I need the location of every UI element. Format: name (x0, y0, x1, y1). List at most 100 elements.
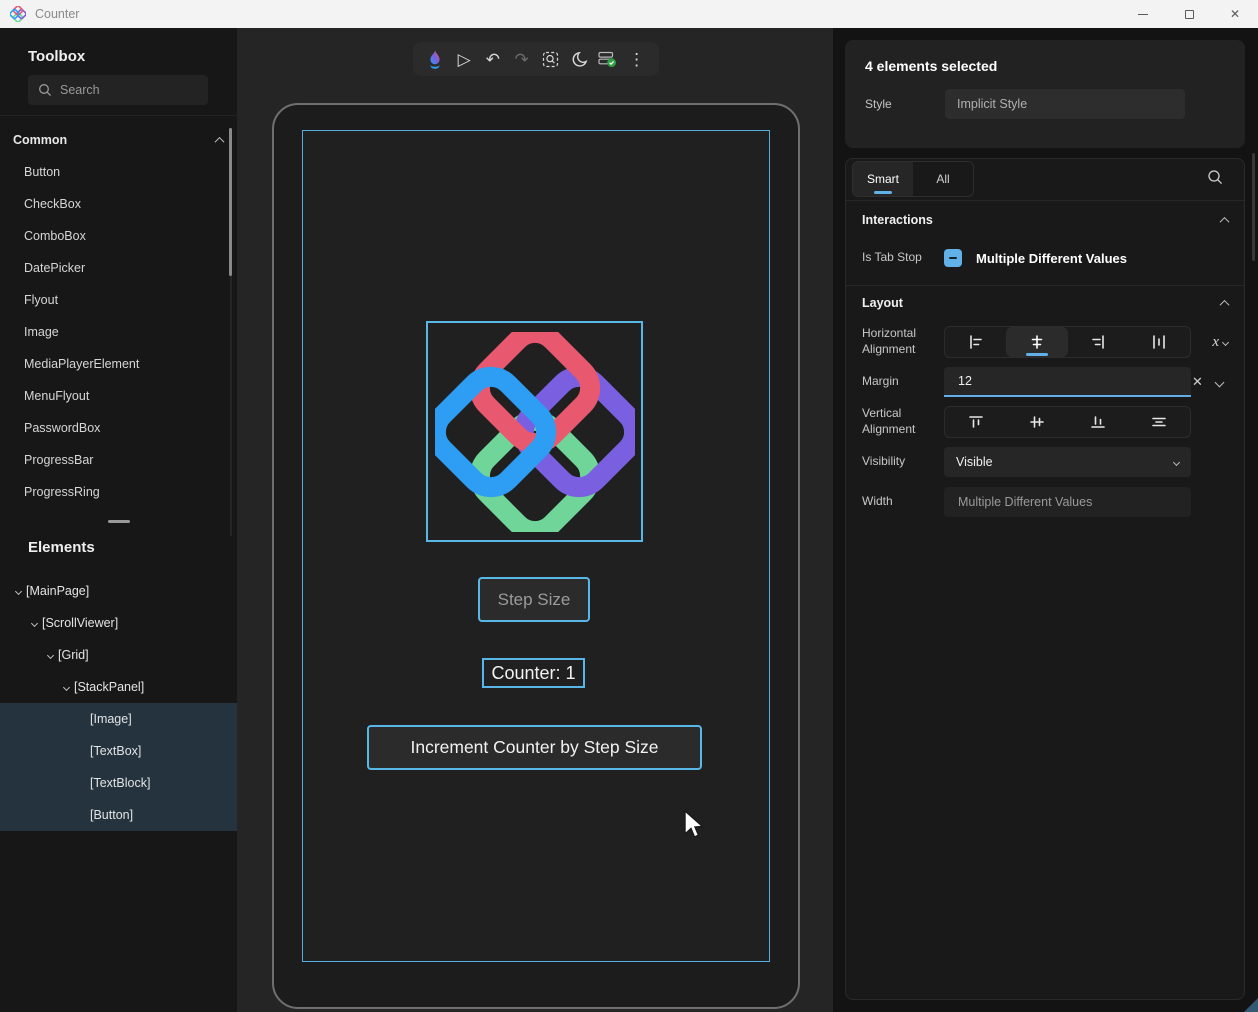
expression-x-label: x (1212, 334, 1219, 351)
undo-button[interactable]: ↶ (481, 47, 505, 71)
app-textblock-counter[interactable]: Counter: 1 (482, 658, 585, 688)
app-logo-icon (10, 6, 26, 22)
style-field[interactable]: Implicit Style (945, 89, 1185, 119)
interactions-title: Interactions (862, 213, 933, 227)
width-field[interactable]: Multiple Different Values (944, 487, 1191, 517)
vertical-alignment-label: Vertical Alignment (862, 406, 944, 437)
toolbox-item-image[interactable]: Image (0, 316, 237, 348)
align-left-button[interactable] (945, 327, 1006, 357)
tree-item-button[interactable]: [Button] (0, 799, 237, 831)
tab-all[interactable]: All (913, 162, 973, 196)
chevron-down-icon[interactable] (58, 685, 74, 690)
toolbox-item-checkbox[interactable]: CheckBox (0, 188, 237, 220)
properties-search-icon[interactable] (1207, 169, 1224, 186)
tree-item-mainpage[interactable]: [MainPage] (0, 575, 237, 607)
toolbox-search[interactable] (28, 75, 208, 105)
tree-item-grid[interactable]: [Grid] (0, 639, 237, 671)
toolbox-scrollbar-thumb[interactable] (229, 128, 232, 276)
alignment-expression-button[interactable]: x (1212, 334, 1228, 351)
tree-item-label: [TextBlock] (90, 776, 150, 790)
increment-button-label: Increment Counter by Step Size (410, 737, 658, 758)
is-tab-stop-row: Is Tab Stop Multiple Different Values (862, 249, 1236, 267)
app-image-element[interactable] (426, 321, 643, 542)
toolbox-item-datepicker[interactable]: DatePicker (0, 252, 237, 284)
tree-item-textbox[interactable]: [TextBox] (0, 735, 237, 767)
divider (846, 200, 1244, 201)
zoom-selection-button[interactable] (538, 47, 562, 71)
toolbox-item-passwordbox[interactable]: PasswordBox (0, 412, 237, 444)
horizontal-alignment-segmented (944, 326, 1191, 358)
chevron-down-icon[interactable] (10, 589, 26, 594)
toolbox-item-mediaplayerelement[interactable]: MediaPlayerElement (0, 348, 237, 380)
chevron-down-icon[interactable] (26, 621, 42, 626)
dark-mode-moon-button[interactable] (567, 47, 591, 71)
chevron-down-icon[interactable] (1215, 377, 1225, 387)
close-button[interactable]: ✕ (1212, 0, 1258, 28)
toolbox-search-input[interactable] (60, 83, 190, 97)
clear-margin-icon[interactable]: ✕ (1192, 374, 1203, 390)
window-resize-grip[interactable] (1244, 998, 1258, 1012)
common-section-label: Common (13, 133, 67, 147)
is-tab-stop-checkbox[interactable] (944, 249, 962, 267)
align-center-button[interactable] (1006, 327, 1067, 357)
app-textbox-stepsize[interactable]: Step Size (478, 577, 590, 622)
elements-tree: [MainPage] [ScrollViewer] [Grid] [StackP… (0, 575, 237, 831)
redo-button[interactable]: ↷ (510, 47, 534, 71)
toolbox-item-progressbar[interactable]: ProgressBar (0, 444, 237, 476)
margin-label: Margin (862, 374, 944, 390)
toolbox-item-flyout[interactable]: Flyout (0, 284, 237, 316)
properties-panel: 4 elements selected Style Implicit Style… (833, 28, 1258, 1012)
tree-item-image[interactable]: [Image] (0, 703, 237, 735)
tree-item-label: [ScrollViewer] (42, 616, 118, 630)
selection-card: 4 elements selected Style Implicit Style (845, 40, 1245, 148)
minimize-button[interactable] (1120, 0, 1166, 28)
play-button[interactable]: ▷ (452, 47, 476, 71)
style-value: Implicit Style (957, 97, 1027, 111)
align-bottom-button[interactable] (1068, 407, 1129, 437)
maximize-button[interactable] (1166, 0, 1212, 28)
more-options-kebab-button[interactable]: ⋮ (625, 47, 649, 71)
align-middle-icon (1029, 414, 1045, 430)
align-top-button[interactable] (945, 407, 1006, 437)
connection-status-button[interactable] (596, 47, 620, 71)
app-increment-button[interactable]: Increment Counter by Step Size (367, 725, 702, 770)
tree-item-label: [Image] (90, 712, 132, 726)
panel-splitter[interactable] (0, 515, 237, 527)
toolbox-item-label: ProgressRing (24, 485, 100, 499)
align-right-button[interactable] (1068, 327, 1129, 357)
search-icon (38, 83, 52, 97)
margin-input[interactable] (944, 367, 1191, 397)
tree-item-scrollviewer[interactable]: [ScrollViewer] (0, 607, 237, 639)
inspector-scrollbar-thumb[interactable] (1252, 153, 1255, 261)
width-label: Width (862, 494, 944, 510)
toolbox-item-label: CheckBox (24, 197, 81, 211)
splitter-handle-icon (108, 520, 130, 523)
tree-item-stackpanel[interactable]: [StackPanel] (0, 671, 237, 703)
toolbox-title: Toolbox (28, 48, 85, 65)
section-layout[interactable]: Layout (862, 296, 1228, 310)
textbox-placeholder-text: Step Size (498, 590, 571, 610)
chevron-up-icon (1220, 299, 1230, 309)
hot-design-flame-icon[interactable] (423, 47, 447, 71)
toolbox-item-combobox[interactable]: ComboBox (0, 220, 237, 252)
tree-item-textblock[interactable]: [TextBlock] (0, 767, 237, 799)
toolbox-item-menuflyout[interactable]: MenuFlyout (0, 380, 237, 412)
section-interactions[interactable]: Interactions (862, 213, 1228, 227)
align-vstretch-button[interactable] (1129, 407, 1190, 437)
selection-header: 4 elements selected (865, 58, 997, 74)
visibility-value: Visible (956, 455, 993, 469)
toolbox-item-button[interactable]: Button (0, 156, 237, 188)
toolbox-item-progressring[interactable]: ProgressRing (0, 476, 237, 508)
toolbox-section-common[interactable]: Common (13, 129, 223, 151)
align-top-icon (968, 414, 984, 430)
margin-row: Margin ✕ (862, 367, 1236, 397)
chevron-down-icon[interactable] (42, 653, 58, 658)
align-middle-button[interactable] (1006, 407, 1067, 437)
tab-smart[interactable]: Smart (853, 162, 913, 196)
align-stretch-button[interactable] (1129, 327, 1190, 357)
style-label: Style (865, 97, 945, 111)
design-canvas[interactable]: ▷ ↶ ↷ (237, 28, 833, 1012)
chevron-up-icon (1220, 216, 1230, 226)
visibility-dropdown[interactable]: Visible (944, 447, 1191, 477)
toolbox-item-label: MediaPlayerElement (24, 357, 139, 371)
